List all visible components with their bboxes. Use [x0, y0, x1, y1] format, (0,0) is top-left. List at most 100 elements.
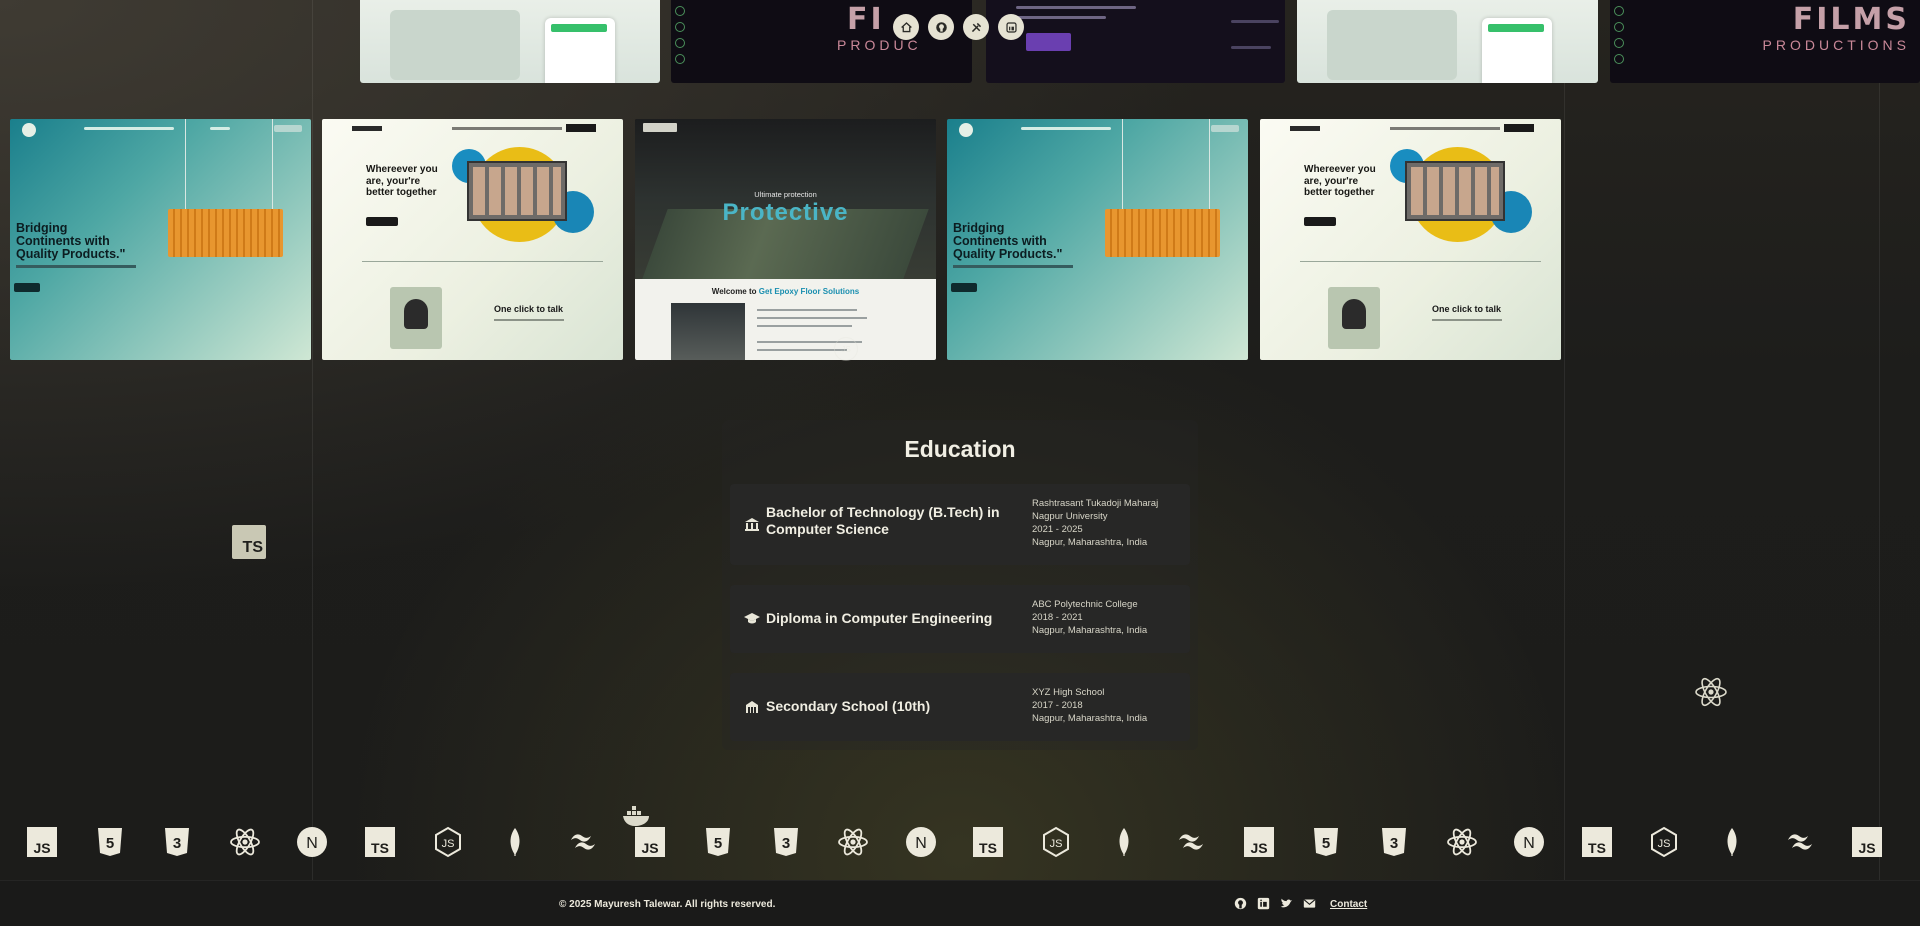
- react-icon: [1446, 826, 1478, 858]
- html5-icon: 5: [94, 826, 126, 858]
- svg-text:N: N: [1523, 835, 1535, 852]
- nav-button: [274, 125, 302, 132]
- location: Nagpur, Maharashtra, India: [1032, 624, 1148, 636]
- graduation-cap-icon: [744, 613, 760, 624]
- nav-links: [452, 127, 562, 130]
- floating-nav: [893, 14, 1024, 40]
- degree-meta: XYZ High School 2017 - 2018 Nagpur, Maha…: [1032, 687, 1182, 726]
- twitter-icon[interactable]: [1280, 897, 1293, 910]
- university-icon: [745, 518, 759, 531]
- svg-text:N: N: [915, 835, 927, 852]
- code-line: [1231, 20, 1279, 23]
- svg-text:3: 3: [173, 835, 181, 852]
- project-card-films[interactable]: FILMS PRODUCTIONS: [1610, 0, 1920, 83]
- svg-text:TS: TS: [371, 840, 389, 856]
- linkedin-icon[interactable]: [998, 14, 1024, 40]
- hero-kicker: Ultimate protection: [754, 190, 817, 199]
- copyright-text: © 2025 Mayuresh Talewar. All rights rese…: [559, 899, 776, 910]
- video-grid: [467, 161, 567, 221]
- html5-icon: 5: [1310, 826, 1342, 858]
- crane-cable: [272, 119, 273, 211]
- github-icon[interactable]: [928, 14, 954, 40]
- nodejs-icon: JS: [432, 826, 464, 858]
- welcome-prefix: Welcome to: [711, 287, 759, 296]
- degree-title: Secondary School (10th): [766, 698, 931, 714]
- room-photo: [671, 303, 745, 360]
- nav-button: [1504, 124, 1534, 132]
- project-card-export[interactable]: Bridging Continents with Quality Product…: [947, 119, 1248, 360]
- nav-links: [210, 127, 230, 130]
- javascript-icon: JS: [634, 826, 666, 858]
- home-icon[interactable]: [893, 14, 919, 40]
- project-card-video-call[interactable]: Whereever you are, your're better togeth…: [322, 119, 623, 360]
- brand-logo: [1290, 126, 1320, 131]
- javascript-icon: JS: [26, 826, 58, 858]
- project-card-epoxy[interactable]: Ultimate protection Protective Welcome t…: [635, 119, 936, 360]
- degree-meta: Rashtrasant Tukadoji Maharaj Nagpur Univ…: [1032, 498, 1182, 550]
- education-card: Bachelor of Technology (B.Tech) in Compu…: [730, 484, 1190, 565]
- code-line: [1016, 6, 1136, 9]
- hero-headline: Whereever you are, your're better togeth…: [366, 164, 438, 198]
- divider-line: [1564, 0, 1565, 880]
- mongodb-icon: [1716, 826, 1748, 858]
- typescript-icon: TS: [972, 826, 1004, 858]
- project-card-team[interactable]: [360, 0, 660, 83]
- divider-line: [1879, 0, 1880, 880]
- hero-headline: Bridging Continents with Quality Product…: [16, 221, 126, 262]
- paragraph-line: [757, 309, 857, 311]
- code-line: [1231, 46, 1271, 49]
- contact-link[interactable]: Contact: [1330, 899, 1367, 910]
- degree-title: Diploma in Computer Engineering: [766, 610, 993, 626]
- nav-button: [566, 124, 596, 132]
- institution: XYZ High School: [1032, 687, 1105, 698]
- hero-headline: Bridging Continents with Quality Product…: [953, 221, 1063, 262]
- tailwind-icon: [1784, 826, 1816, 858]
- svg-text:3: 3: [1390, 835, 1398, 852]
- welcome-brand: Get Epoxy Floor Solutions: [758, 287, 860, 296]
- purple-badge: [1026, 33, 1071, 51]
- svg-text:5: 5: [105, 835, 113, 852]
- svg-text:5: 5: [714, 835, 722, 852]
- nav-links: [1390, 127, 1500, 130]
- nav-links: [84, 127, 174, 130]
- degree-title: Bachelor of Technology (B.Tech) in Compu…: [766, 504, 1000, 537]
- hero-button: [1304, 217, 1336, 226]
- svg-text:JS: JS: [1658, 838, 1671, 850]
- education-card: Secondary School (10th) XYZ High School …: [730, 673, 1190, 741]
- svg-text:JS: JS: [1859, 840, 1876, 856]
- react-icon: [229, 826, 261, 858]
- nodejs-faint-icon: JS: [834, 337, 858, 361]
- project-card-code[interactable]: [986, 0, 1285, 83]
- brand-logo: [643, 123, 677, 132]
- video-grid: [1405, 161, 1505, 221]
- tailwind-icon: [567, 826, 599, 858]
- project-card-video-call[interactable]: Whereever you are, your're better togeth…: [1260, 119, 1561, 360]
- svg-text:TS: TS: [979, 840, 997, 856]
- tailwind-icon: [1175, 826, 1207, 858]
- mongodb-icon: [1108, 826, 1140, 858]
- paragraph-line: [757, 317, 867, 319]
- avatar-card: [390, 287, 442, 349]
- hero-title: Protective: [722, 199, 849, 226]
- logo: [959, 123, 973, 137]
- nodejs-icon: JS: [1648, 826, 1680, 858]
- linkedin-icon[interactable]: [1257, 897, 1270, 910]
- project-card-team[interactable]: [1297, 0, 1598, 83]
- typescript-icon: TS: [364, 826, 396, 858]
- mail-icon[interactable]: [1303, 897, 1316, 910]
- svg-text:JS: JS: [1250, 840, 1267, 856]
- welcome-heading: Welcome to Get Epoxy Floor Solutions: [635, 287, 936, 296]
- project-card-export[interactable]: Bridging Continents with Quality Product…: [10, 119, 311, 360]
- svg-text:JS: JS: [33, 840, 50, 856]
- tools-icon[interactable]: [963, 14, 989, 40]
- crane-cable: [1209, 119, 1210, 211]
- project-card-films[interactable]: FI PRODUC: [671, 0, 972, 83]
- javascript-icon: JS: [1851, 826, 1883, 858]
- github-icon[interactable]: [1234, 897, 1247, 910]
- films-word: FI: [847, 2, 885, 37]
- shipping-container: [1105, 209, 1220, 257]
- nextjs-icon: N: [1513, 826, 1545, 858]
- films-sub: PRODUCTIONS: [1762, 37, 1910, 53]
- brand-logo: [352, 126, 382, 131]
- section-text: [494, 319, 564, 321]
